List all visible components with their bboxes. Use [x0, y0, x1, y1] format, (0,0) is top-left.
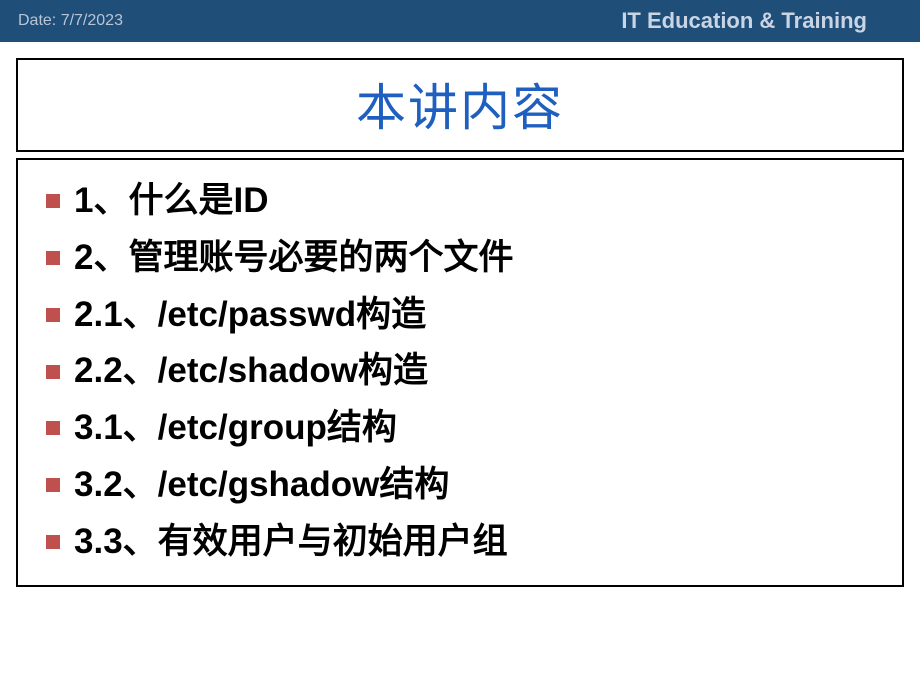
item-text: 2.1、/etc/passwd构造 — [74, 290, 426, 341]
date-prefix: Date: — [18, 12, 61, 29]
list-item: 3.2、/etc/gshadow结构 — [46, 460, 882, 511]
header-bar: Date: 7/7/2023 IT Education & Training — [0, 0, 920, 42]
item-text: 3.1、/etc/group结构 — [74, 403, 397, 454]
header-date: Date: 7/7/2023 — [18, 12, 123, 30]
item-text: 2.2、/etc/shadow构造 — [74, 346, 428, 397]
square-bullet-icon — [46, 535, 60, 549]
list-item: 1、什么是ID — [46, 176, 882, 227]
list-item: 2.2、/etc/shadow构造 — [46, 346, 882, 397]
header-brand: IT Education & Training — [621, 8, 867, 34]
list-item: 3.1、/etc/group结构 — [46, 403, 882, 454]
list-item: 3.3、有效用户与初始用户组 — [46, 517, 882, 568]
item-text: 3.3、有效用户与初始用户组 — [74, 517, 508, 568]
slide-title: 本讲内容 — [18, 68, 902, 140]
item-text: 1、什么是ID — [74, 176, 268, 227]
square-bullet-icon — [46, 194, 60, 208]
content-box: 1、什么是ID 2、管理账号必要的两个文件 2.1、/etc/passwd构造 … — [16, 158, 904, 587]
square-bullet-icon — [46, 365, 60, 379]
square-bullet-icon — [46, 308, 60, 322]
list-item: 2、管理账号必要的两个文件 — [46, 233, 882, 284]
square-bullet-icon — [46, 478, 60, 492]
square-bullet-icon — [46, 251, 60, 265]
title-box: 本讲内容 — [16, 58, 904, 152]
item-text: 3.2、/etc/gshadow结构 — [74, 460, 449, 511]
square-bullet-icon — [46, 421, 60, 435]
item-text: 2、管理账号必要的两个文件 — [74, 233, 513, 284]
list-item: 2.1、/etc/passwd构造 — [46, 290, 882, 341]
date-value: 7/7/2023 — [61, 12, 123, 29]
